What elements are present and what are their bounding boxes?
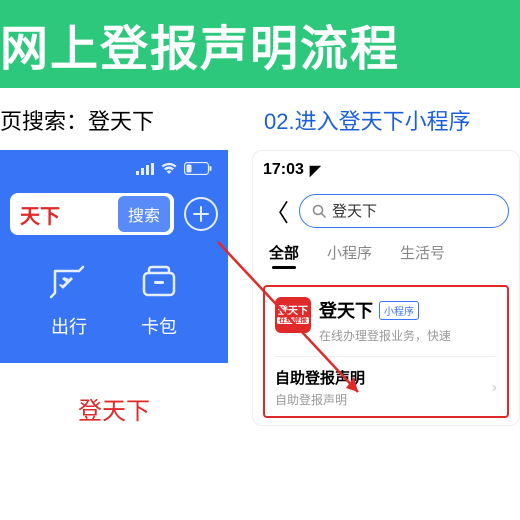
step-01: 页搜索：登天下 (0, 104, 256, 136)
subitem-text: 自助登报声明 自助登报声明 (275, 367, 365, 408)
chevron-right-icon: › (492, 379, 497, 397)
left-caption: 登天下 (0, 391, 228, 426)
result-header[interactable]: 登天下 在线登报 登天下 小程序 在线办理登报业务，快速 (275, 297, 497, 344)
right-search-box[interactable]: 登天下 (299, 194, 509, 228)
add-button[interactable] (184, 197, 218, 231)
card-item[interactable]: 卡包 (139, 263, 179, 339)
signal-icon (136, 163, 154, 175)
search-result: 登天下 在线登报 登天下 小程序 在线办理登报业务，快速 自助登报声明 自助登报… (263, 285, 509, 418)
travel-icon (49, 263, 89, 303)
tab-miniprogram[interactable]: 小程序 (327, 242, 372, 263)
card-label: 卡包 (141, 313, 177, 339)
subitem-desc: 自助登报声明 (275, 391, 365, 408)
app-info: 登天下 小程序 在线办理登报业务，快速 (319, 297, 497, 344)
app-desc: 在线办理登报业务，快速 (319, 327, 497, 344)
step-02-text: 进入登天下小程序 (295, 109, 471, 134)
wifi-icon (160, 162, 178, 175)
app-icon: 登天下 在线登报 (275, 297, 311, 333)
quick-icons: 出行 卡包 (10, 263, 218, 363)
right-status-bar: 17:03 ◤ (263, 161, 509, 179)
step-02-num: 02. (264, 109, 295, 134)
right-panel: 17:03 ◤ 〈 登天下 全部 小程序 生活号 登天下 在线登报 (252, 150, 520, 426)
step-01-text: 页搜索：登天下 (0, 109, 154, 134)
tab-life[interactable]: 生活号 (400, 242, 445, 263)
right-search-row: 〈 登天下 (263, 193, 509, 228)
content: 天下 搜索 出行 卡包 登天下 17:03 (0, 150, 520, 426)
tab-all[interactable]: 全部 (269, 242, 299, 263)
search-row: 天下 搜索 (10, 193, 218, 235)
app-tag: 小程序 (379, 301, 419, 320)
time-label: 17:03 (263, 161, 304, 179)
banner-title: 网上登报声明流程 (0, 9, 400, 79)
battery-icon (184, 162, 212, 175)
app-title: 登天下 (319, 297, 373, 323)
tabs: 全部 小程序 生活号 (263, 242, 509, 263)
card-icon (139, 263, 179, 303)
result-subitem[interactable]: 自助登报声明 自助登报声明 › (275, 356, 497, 416)
app-title-row: 登天下 小程序 (319, 297, 497, 323)
search-button[interactable]: 搜索 (118, 196, 170, 232)
app-icon-bottom: 在线登报 (277, 317, 309, 325)
travel-item[interactable]: 出行 (49, 263, 89, 339)
travel-label: 出行 (51, 313, 87, 339)
step-02: 02.进入登天下小程序 (256, 104, 520, 136)
back-button[interactable]: 〈 (263, 193, 291, 228)
left-panel: 天下 搜索 出行 卡包 登天下 (0, 150, 228, 426)
steps-row: 页搜索：登天下 02.进入登天下小程序 (0, 88, 520, 150)
alipay-home: 天下 搜索 出行 卡包 (0, 150, 228, 363)
search-input[interactable]: 天下 (20, 200, 118, 229)
subitem-title: 自助登报声明 (275, 367, 365, 388)
search-icon (312, 204, 326, 218)
app-icon-top: 登天下 (278, 306, 308, 317)
plus-icon (193, 206, 209, 222)
search-box[interactable]: 天下 搜索 (10, 193, 174, 235)
status-bar (10, 162, 218, 175)
right-search-input[interactable]: 登天下 (332, 200, 377, 221)
banner: 网上登报声明流程 (0, 0, 520, 88)
location-icon: ◤ (310, 162, 321, 179)
